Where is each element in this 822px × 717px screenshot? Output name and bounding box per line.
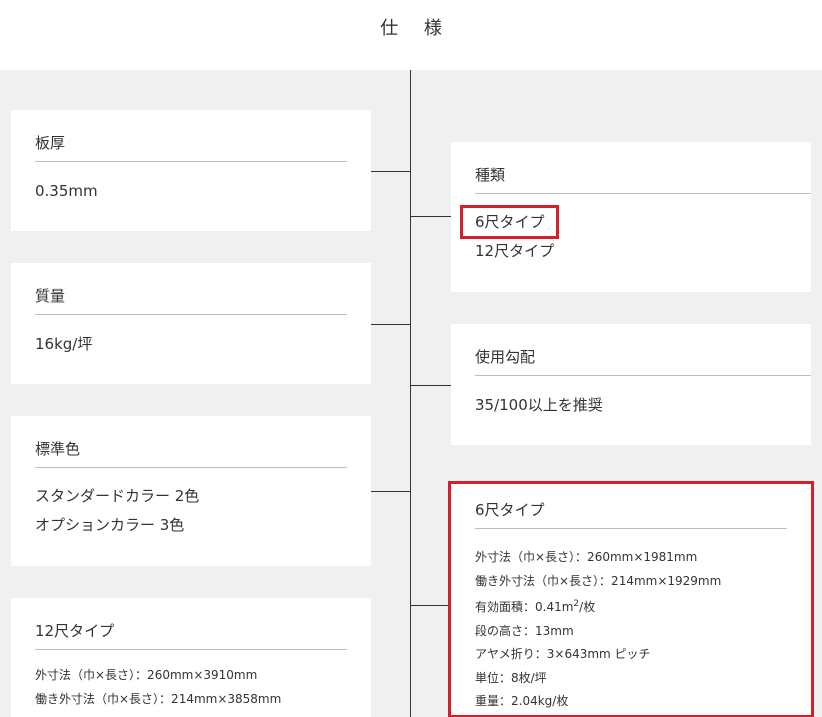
detail-unit: 単位：8枚/坪 xyxy=(475,670,547,685)
card-divider xyxy=(475,375,811,376)
connector-kind xyxy=(411,216,451,217)
card-title: 標準色 xyxy=(35,440,81,458)
spec-card-mass: 質量 16kg/坪 xyxy=(11,263,371,384)
card-value: 16kg/坪 xyxy=(35,335,93,353)
card-divider xyxy=(35,161,347,162)
card-divider xyxy=(35,467,347,468)
detail-item: 働き外寸法（巾×長さ）：214mm×3858mm xyxy=(35,691,282,706)
card-value: 35/100以上を推奨 xyxy=(475,396,603,414)
connector-standard-color xyxy=(371,491,410,492)
area-suffix: /枚 xyxy=(579,600,596,614)
area-prefix: 有効面積：0.41m xyxy=(475,600,574,614)
spec-card-type6: 6尺タイプ 外寸法（巾×長さ）：260mm×1981mm 働き外寸法（巾×長さ）… xyxy=(448,481,814,717)
card-title: 6尺タイプ xyxy=(475,501,545,519)
card-title: 使用勾配 xyxy=(475,348,536,366)
page-title: 仕 様 xyxy=(380,18,452,39)
detail-step-height: 段の高さ：13mm xyxy=(475,623,574,638)
card-value: 0.35mm xyxy=(35,182,98,200)
connector-mass xyxy=(371,324,410,325)
kind-option-6shaku[interactable]: 6尺タイプ xyxy=(475,208,545,237)
card-title: 板厚 xyxy=(35,134,66,152)
detail-working-size: 働き外寸法（巾×長さ）：214mm×1929mm xyxy=(475,573,722,588)
detail-item: 外寸法（巾×長さ）：260mm×3910mm xyxy=(35,668,258,682)
card-title: 質量 xyxy=(35,287,66,305)
card-divider xyxy=(475,528,787,529)
spec-card-slope: 使用勾配 35/100以上を推奨 xyxy=(451,324,811,445)
connector-type6 xyxy=(411,605,451,606)
connector-slope xyxy=(411,385,451,386)
card-divider xyxy=(475,193,811,194)
card-title: 種類 xyxy=(475,166,506,184)
detail-weight: 重量：2.04kg/枚 xyxy=(475,694,569,708)
card-divider xyxy=(35,314,347,315)
option-color-line: オプションカラー 3色 xyxy=(35,516,185,534)
spec-card-kind: 種類 6尺タイプ 12尺タイプ xyxy=(451,142,811,292)
timeline-spine xyxy=(410,70,411,717)
spec-card-thickness: 板厚 0.35mm xyxy=(11,110,371,231)
spec-timeline: 板厚 0.35mm 質量 16kg/坪 標準色 スタンダードカラー 2色 オプシ… xyxy=(0,70,822,717)
card-divider xyxy=(35,649,347,650)
card-title: 12尺タイプ xyxy=(35,622,115,640)
spec-card-standard-color: 標準色 スタンダードカラー 2色 オプションカラー 3色 xyxy=(11,416,371,566)
spec-card-type12: 12尺タイプ 外寸法（巾×長さ）：260mm×3910mm 働き外寸法（巾×長さ… xyxy=(11,598,371,717)
detail-outer-size: 外寸法（巾×長さ）：260mm×1981mm xyxy=(475,550,698,564)
standard-color-line: スタンダードカラー 2色 xyxy=(35,487,200,505)
detail-fold: アヤメ折り：3×643mm ピッチ xyxy=(475,647,651,661)
kind-option-12shaku[interactable]: 12尺タイプ xyxy=(475,237,554,266)
header: 仕 様 xyxy=(0,0,822,70)
type6-detail-list: 外寸法（巾×長さ）：260mm×1981mm 働き外寸法（巾×長さ）：214mm… xyxy=(475,546,721,714)
detail-effective-area: 有効面積：0.41m2/枚 xyxy=(475,593,721,620)
connector-thickness xyxy=(371,171,410,172)
type12-detail-list: 外寸法（巾×長さ）：260mm×3910mm 働き外寸法（巾×長さ）：214mm… xyxy=(35,664,281,711)
